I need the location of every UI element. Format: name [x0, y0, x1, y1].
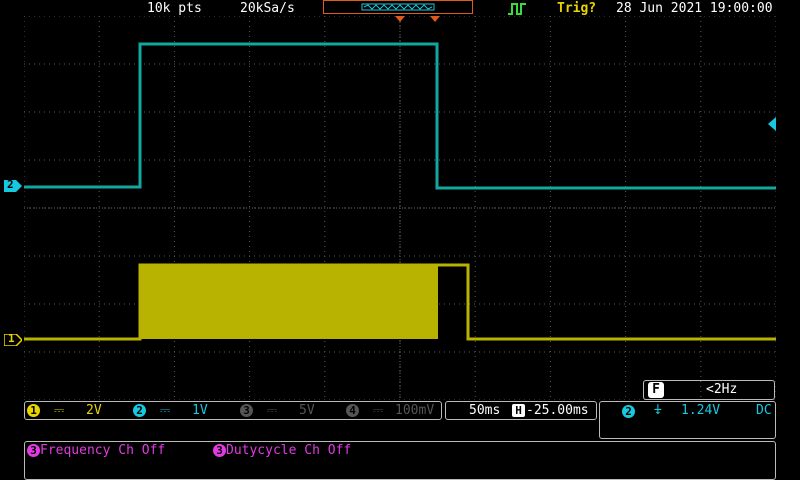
trigger-position-marker — [430, 16, 440, 22]
frequency-value: <2Hz — [706, 382, 738, 397]
dc-coupling-icon: ⎓ — [53, 403, 65, 418]
trigger-source: 2 — [622, 405, 635, 418]
ch1-status[interactable]: 1 ⎓ 2V — [27, 402, 102, 419]
date-time: 28 Jun 2021 19:00:00 — [616, 1, 773, 16]
timebase-panel[interactable]: 50ms H -25.00ms — [445, 401, 597, 420]
horizontal-position: -25.00ms — [526, 403, 589, 418]
measurement-frequency[interactable]: 3 Frequency Ch Off — [27, 443, 165, 459]
horizontal-position-marker — [395, 16, 405, 22]
ch1-waveform — [24, 263, 776, 341]
trigger-level: 1.24V — [681, 403, 721, 418]
frequency-counter-badge: F — [648, 382, 664, 398]
graticule-center — [24, 16, 776, 400]
waveform-display[interactable] — [24, 16, 776, 400]
frequency-counter: F <2Hz — [643, 380, 775, 400]
trigger-panel[interactable]: 2 ⍖ 1.24V DC — [599, 401, 776, 439]
trigger-coupling: DC — [756, 403, 772, 418]
horizontal-position-badge: H — [512, 404, 525, 417]
sample-rate: 20kSa/s — [240, 1, 295, 16]
trigger-level-marker — [768, 117, 776, 131]
dc-coupling-icon: ⎓ — [159, 403, 171, 418]
dc-coupling-icon: ⎓ — [372, 403, 384, 418]
ch4-status[interactable]: 4 ⎓ 100mV — [346, 402, 434, 419]
dc-coupling-icon: ⎓ — [266, 403, 278, 418]
ch3-status[interactable]: 3 ⎓ 5V — [240, 402, 315, 419]
timebase-scale: 50ms — [469, 403, 501, 418]
ch2-status[interactable]: 2 ⎓ 1V — [133, 402, 208, 419]
measurement-dutycycle[interactable]: 3 Dutycycle Ch Off — [213, 443, 351, 459]
trigger-status: Trig? — [557, 1, 597, 16]
ch2-offset-marker[interactable]: 2 — [4, 178, 22, 192]
memory-overview-bar[interactable] — [323, 0, 473, 14]
record-length: 10k pts — [147, 1, 202, 16]
ch1-offset-marker[interactable]: 1 — [3, 332, 24, 347]
falling-edge-icon: ⍖ — [654, 403, 662, 418]
